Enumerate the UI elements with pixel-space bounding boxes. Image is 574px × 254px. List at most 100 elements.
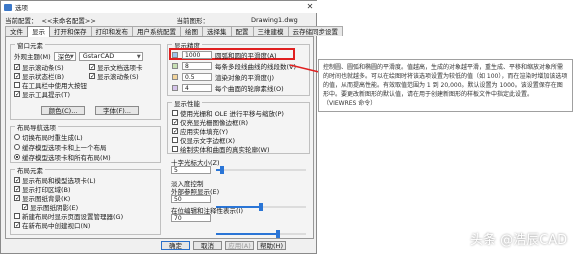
tab-cloud-sync[interactable]: 云存储同步设置: [287, 26, 343, 36]
option-true-silhouettes[interactable]: 绘制实体和曲面的真实轮廓(W): [172, 145, 270, 154]
crosshair-slider[interactable]: [216, 166, 306, 174]
checkbox[interactable]: [172, 137, 178, 143]
slider-thumb[interactable]: [220, 166, 225, 174]
apply-button[interactable]: 应用(A): [225, 241, 254, 250]
tab-profiles[interactable]: 配置: [230, 26, 254, 36]
option-scrollbars[interactable]: ✓ 显示滚动条(S): [14, 63, 64, 72]
checkbox[interactable]: ✓: [14, 222, 20, 229]
option-large-buttons[interactable]: 在工具栏中使用大按钮: [14, 81, 87, 90]
inplace-fade-input[interactable]: 70: [171, 214, 211, 222]
checkbox[interactable]: ✓: [14, 186, 20, 193]
title-bar: 选项 ✕: [1, 1, 318, 13]
slider-thumb[interactable]: [259, 203, 263, 211]
option-solid-fill[interactable]: ✓ 应用实体填充(Y): [172, 127, 228, 136]
rendered-smoothness-icon: [172, 74, 178, 80]
option-status-bar[interactable]: ✓ 显示状态栏(B): [14, 72, 64, 81]
tab-open-save[interactable]: 打开和保存: [49, 26, 92, 36]
scheme-select[interactable]: GstarCAD ▼: [78, 51, 143, 61]
layout-navigation-title: 布局导航选项: [15, 122, 58, 132]
help-tooltip: 控制圆、圆弧和椭圆的平滑度。值越高，生成的对象越平滑，重生成、平移和缩放对象所需…: [318, 59, 573, 112]
checkbox[interactable]: [14, 82, 20, 88]
option-printable-area[interactable]: ✓ 显示打印区域(B): [14, 185, 71, 194]
checkbox[interactable]: ✓: [89, 73, 95, 80]
layout-navigation-group: 布局导航选项 切换布局时重生成(L) 缓存模型选项卡和上一个布局 缓存模型选项卡…: [10, 122, 161, 163]
tab-selection[interactable]: 选择集: [202, 26, 232, 36]
checkbox[interactable]: ✓: [14, 195, 20, 202]
window-elements-group: 窗口元素 外观主题(M) 深色 ▼ GstarCAD ▼ ✓ 显示滚动条(S) ✓ 显示…: [10, 40, 161, 120]
colors-button[interactable]: 颜色(C)...: [41, 106, 85, 115]
display-panel: 窗口元素 外观主题(M) 深色 ▼ GstarCAD ▼ ✓ 显示滚动条(S) ✓ 显示…: [5, 36, 314, 239]
radio-regen-on-switch[interactable]: 切换布局时重生成(L): [14, 133, 83, 142]
layout-elements-title: 布局元素: [15, 165, 45, 175]
checkbox[interactable]: ✓: [172, 128, 178, 135]
checkbox[interactable]: ✓: [172, 119, 178, 126]
display-performance-title: 显示性能: [172, 98, 202, 108]
fonts-button[interactable]: 字体(F)...: [95, 106, 139, 115]
profile-row: 当前配置： <<未命名配置>> 当前图形： Drawing1.dwg: [5, 15, 315, 25]
chevron-down-icon: ▼: [136, 53, 141, 60]
current-profile-value: <<未命名配置>>: [41, 17, 96, 25]
tab-drafting[interactable]: 绘图: [180, 26, 203, 36]
option-raster-ole-pan[interactable]: 使用光栅和 OLE 进行平移与缩放(P): [172, 109, 284, 118]
checkbox[interactable]: ✓: [22, 204, 28, 211]
current-drawing-label: 当前图形：: [176, 17, 210, 25]
cancel-button[interactable]: 取消: [193, 241, 222, 250]
option-doc-tabs[interactable]: ✓ 显示文档选项卡: [89, 63, 143, 72]
tab-3d-modeling[interactable]: 三维建模: [252, 26, 289, 36]
theme-select[interactable]: 深色 ▼: [53, 51, 76, 61]
tab-files[interactable]: 文件: [5, 26, 28, 36]
option-paper-shadow[interactable]: ✓ 显示图纸阴影(E): [22, 203, 78, 212]
tooltip-text: 控制圆、圆弧和椭圆的平滑度。值越高，生成的对象越平滑，重生成、平移和缩放对象所需…: [323, 64, 568, 98]
option-raster-frame[interactable]: ✓ 仅亮显光栅图像边框(R): [172, 118, 248, 127]
dialog-buttons: 确定 取消 应用(A) 帮助(H): [161, 241, 286, 250]
option-layout-tabs[interactable]: ✓ 显示布局和模型选项卡(L): [14, 176, 96, 185]
checkbox[interactable]: ✓: [89, 64, 95, 71]
tab-user-preferences[interactable]: 用户系统配置: [132, 26, 181, 36]
checkbox[interactable]: [14, 213, 20, 219]
radio[interactable]: [14, 144, 20, 150]
polyline-segments-input[interactable]: 8: [182, 62, 212, 70]
slider-thumb[interactable]: [276, 230, 281, 238]
app-icon: [4, 3, 12, 11]
tab-plot-publish[interactable]: 打印和发布: [90, 26, 133, 36]
option-page-setup-manager[interactable]: 新建布局时显示页面设置管理器(G): [14, 212, 123, 221]
checkbox[interactable]: ✓: [14, 91, 20, 98]
checkbox[interactable]: ✓: [14, 177, 20, 184]
inplace-fade-slider[interactable]: [216, 230, 306, 238]
arc-smoothness-input[interactable]: 1000: [182, 51, 212, 59]
checkbox[interactable]: ✓: [14, 64, 20, 71]
radio-cache-last-layout[interactable]: 缓存模型选项卡和上一个布局: [14, 143, 107, 152]
checkbox[interactable]: [172, 146, 178, 152]
window-title: 选项: [15, 4, 28, 12]
option-create-viewport[interactable]: ✓ 在新布局中创建视口(N): [14, 221, 90, 230]
option-text-frame[interactable]: 仅显示文字边框(X): [172, 136, 235, 145]
xref-fade-input[interactable]: 50: [171, 195, 211, 203]
window-elements-title: 窗口元素: [15, 40, 45, 50]
polyline-segments-label: 每条多段线曲线的线段数(V): [215, 63, 297, 71]
checkbox[interactable]: [172, 110, 178, 116]
chevron-down-icon: ▼: [69, 53, 74, 60]
rendered-smoothness-input[interactable]: 0.5: [182, 73, 212, 81]
radio-cache-all-layouts[interactable]: 缓存模型选项卡和所有布局(M): [14, 153, 111, 162]
radio[interactable]: [14, 154, 20, 160]
ok-button[interactable]: 确定: [161, 241, 190, 250]
tab-display[interactable]: 显示: [27, 26, 50, 37]
current-profile-label: 当前配置：: [5, 17, 38, 25]
arc-smoothness-icon: [172, 52, 178, 58]
checkbox[interactable]: ✓: [14, 73, 20, 80]
option-scrollbars-2[interactable]: ✓ 显示滚动条(S): [89, 72, 139, 81]
help-button[interactable]: 帮助(H): [257, 241, 286, 250]
callout-line: [290, 64, 320, 73]
crosshair-input[interactable]: 5: [171, 166, 211, 174]
radio[interactable]: [14, 134, 20, 140]
tooltip-command: （VIEWRES 命令）: [323, 100, 377, 107]
arc-smoothness-label: 圆弧和圆的平滑度(A): [215, 52, 277, 60]
current-drawing-value: Drawing1.dwg: [251, 16, 298, 24]
layout-elements-group: 布局元素 ✓ 显示布局和模型选项卡(L) ✓ 显示打印区域(B) ✓ 显示图纸背景(K…: [10, 165, 161, 235]
polyline-segments-icon: [172, 63, 178, 69]
contour-lines-input[interactable]: 4: [182, 84, 212, 92]
display-resolution-group: 显示精度 1000 圆弧和圆的平滑度(A) 8 每条多段线曲线的线段数(V) 0…: [167, 40, 310, 96]
close-button[interactable]: ✕: [304, 2, 316, 11]
option-tooltips[interactable]: ✓ 显示工具提示(T): [14, 90, 70, 99]
option-paper-background[interactable]: ✓ 显示图纸背景(K): [14, 194, 70, 203]
